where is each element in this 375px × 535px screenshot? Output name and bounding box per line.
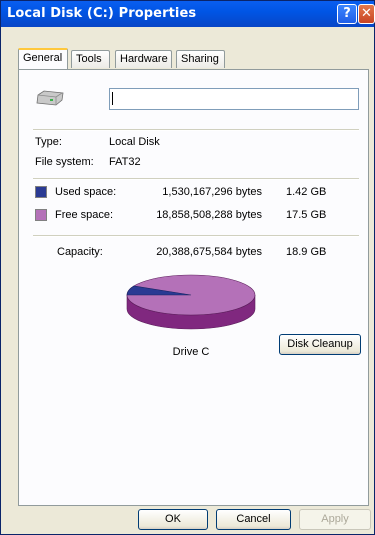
used-space-bytes: 1,530,167,296 bytes: [162, 186, 262, 198]
type-value: Local Disk: [109, 136, 160, 148]
capacity-size: 18.9 GB: [286, 246, 327, 258]
separator: [33, 178, 359, 180]
window-title: Local Disk (C:) Properties: [7, 6, 197, 21]
properties-window: Local Disk (C:) Properties ? ✕ General T…: [0, 0, 375, 535]
title-bar[interactable]: Local Disk (C:) Properties ? ✕: [1, 1, 375, 27]
file-system-label: File system:: [35, 156, 94, 168]
cancel-button[interactable]: Cancel: [216, 509, 291, 530]
text-cursor: [112, 92, 113, 105]
tab-general[interactable]: General: [18, 48, 68, 69]
help-button[interactable]: ?: [337, 4, 357, 24]
used-space-swatch: [35, 186, 47, 198]
volume-label-input[interactable]: [109, 88, 359, 110]
disk-usage-pie-chart: [126, 274, 256, 330]
tab-tools[interactable]: Tools: [71, 50, 110, 68]
hard-drive-icon: [36, 90, 64, 106]
free-space-bytes: 18,858,508,288 bytes: [156, 209, 262, 221]
used-space-size: 1.42 GB: [286, 186, 327, 198]
tab-hardware[interactable]: Hardware: [115, 50, 172, 68]
type-label: Type:: [35, 136, 62, 148]
free-space-label: Free space:: [55, 209, 114, 221]
drive-caption: Drive C: [172, 346, 210, 358]
disk-cleanup-button[interactable]: Disk Cleanup: [279, 334, 361, 355]
file-system-value: FAT32: [109, 156, 141, 168]
separator: [33, 129, 359, 131]
ok-button[interactable]: OK: [138, 509, 208, 530]
free-space-size: 17.5 GB: [286, 209, 327, 221]
capacity-label: Capacity:: [57, 246, 103, 258]
close-button[interactable]: ✕: [358, 4, 375, 24]
tab-sharing[interactable]: Sharing: [176, 50, 225, 68]
used-space-label: Used space:: [55, 186, 117, 198]
apply-button[interactable]: Apply: [299, 509, 371, 530]
free-space-swatch: [35, 209, 47, 221]
separator: [33, 235, 359, 237]
capacity-bytes: 20,388,675,584 bytes: [156, 246, 262, 258]
